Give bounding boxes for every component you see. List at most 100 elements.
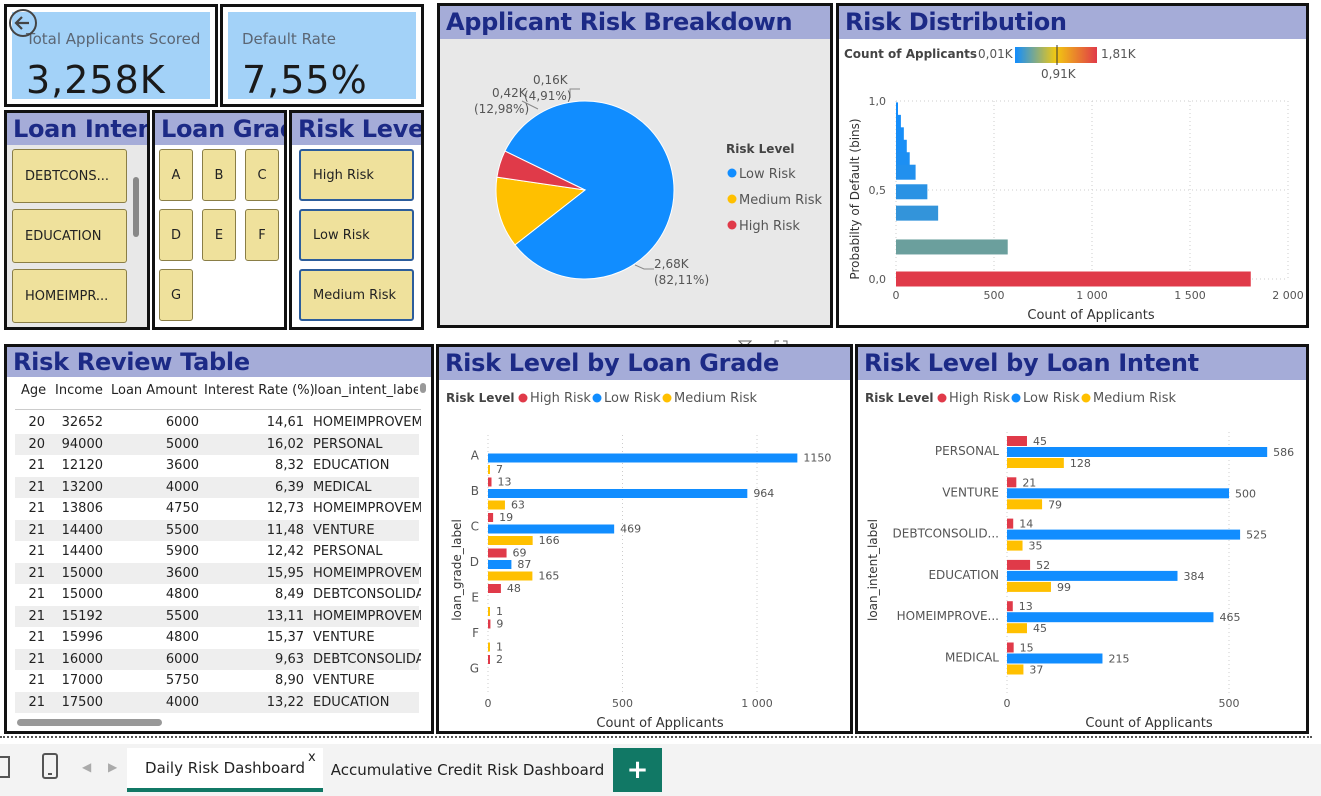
table-cell: VENTURE xyxy=(313,673,375,688)
pie-label-medium-value: 0,42K xyxy=(492,86,528,100)
table-cell: 12,73 xyxy=(266,501,304,516)
data-label: 166 xyxy=(539,534,560,547)
table-cell: 21 xyxy=(28,587,45,602)
data-label: 79 xyxy=(1048,498,1062,511)
distribution-ytick: 1,0 xyxy=(869,95,887,108)
table-cell: 6000 xyxy=(165,651,199,667)
intent-chart-svg: Risk Level High Risk Low Risk Medium Ris… xyxy=(865,391,1294,731)
bar-high-risk xyxy=(488,548,507,558)
loan-grade-slicer: Loan Grade A B C D E F G xyxy=(152,110,287,330)
table-cell: 32652 xyxy=(61,415,103,430)
tab-scroll-right-icon[interactable]: ▶ xyxy=(108,760,117,774)
data-label: 19 xyxy=(499,511,513,524)
pie-label-low-value: 2,68K xyxy=(654,257,690,271)
table-cell: 16,02 xyxy=(266,436,304,452)
pie-chart-svg: 2,68K (82,11%) 0,42K (12,98%) 0,16K (4,9… xyxy=(474,73,823,287)
risk-high-button[interactable]: High Risk xyxy=(299,149,414,201)
grade-c-button[interactable]: C xyxy=(245,149,279,201)
gradient-min: 0,01K xyxy=(978,47,1014,61)
table-row[interactable]: 20 94000 5000 16,02 PERSONAL xyxy=(15,433,419,455)
table-row[interactable]: 21 15192 5500 13,11 HOMEIMPROVEM xyxy=(15,605,421,627)
intent-legend-low: Low Risk xyxy=(1023,391,1080,406)
distribution-chart-svg: Count of Applicants 0,01K 1,81K 0,91K Pr… xyxy=(844,45,1304,323)
table-row[interactable]: 21 15000 3600 15,95 HOMEIMPROVEM xyxy=(15,562,421,584)
table-row[interactable]: 21 15000 4800 8,49 DEBTCONSOLIDAT xyxy=(15,584,421,606)
grade-chart-svg: Risk Level High Risk Low Risk Medium Ris… xyxy=(446,391,831,731)
tab-close-icon[interactable]: x xyxy=(308,750,316,765)
tab-daily-risk-dashboard[interactable]: Daily Risk Dashboard xyxy=(127,748,323,792)
bar-low-risk xyxy=(488,524,615,534)
table-header-divider xyxy=(15,409,421,410)
bar-high-risk xyxy=(1007,518,1014,529)
table-horizontal-scrollbar[interactable] xyxy=(17,719,162,726)
back-arrow-icon[interactable] xyxy=(8,8,38,38)
bar-medium-risk xyxy=(1007,499,1043,510)
data-label: 964 xyxy=(753,487,774,500)
x-tick-label: 0 xyxy=(1004,697,1011,710)
category-label: C xyxy=(471,520,479,534)
data-label: 128 xyxy=(1070,457,1091,470)
header-age[interactable]: Age xyxy=(21,383,46,398)
table-row[interactable]: 21 13200 4000 6,39 MEDICAL xyxy=(15,476,419,498)
bar-high-risk xyxy=(488,513,494,522)
grade-g-button[interactable]: G xyxy=(159,269,193,321)
pie-legend-medium: Medium Risk xyxy=(739,193,823,208)
bar-low-risk xyxy=(1007,447,1268,457)
intent-legend-title: Risk Level xyxy=(865,391,934,405)
data-label: 525 xyxy=(1246,529,1267,542)
data-label: 13 xyxy=(1019,600,1033,613)
pie-legend-title: Risk Level xyxy=(726,142,795,156)
data-label: 99 xyxy=(1057,581,1071,594)
grade-d-button[interactable]: D xyxy=(159,209,193,261)
loan-intent-slicer: Loan Intent DEBTCONS... EDUCATION HOMEIM… xyxy=(4,110,150,330)
table-row[interactable]: 21 12120 3600 8,32 EDUCATION xyxy=(15,455,419,477)
slicer-scrollbar[interactable] xyxy=(133,177,139,237)
table-cell: 13806 xyxy=(61,501,103,516)
grade-ylabel: loan_grade_label xyxy=(450,519,464,621)
table-row[interactable]: 21 14400 5500 11,48 VENTURE xyxy=(15,519,419,541)
table-row[interactable]: 21 15996 4800 15,37 VENTURE xyxy=(15,627,419,649)
kpi-default-label: Default Rate xyxy=(242,30,336,48)
header-income[interactable]: Income xyxy=(55,383,103,398)
grade-b-button[interactable]: B xyxy=(202,149,236,201)
table-cell: HOMEIMPROVEM xyxy=(313,415,421,430)
data-label: 1 xyxy=(496,641,503,654)
slicer-item-homeimpr[interactable]: HOMEIMPR... xyxy=(12,269,127,323)
grade-legend-low: Low Risk xyxy=(604,391,661,406)
pie-label-high-value: 0,16K xyxy=(533,73,569,87)
tab-scroll-left-icon[interactable]: ◀ xyxy=(82,760,91,774)
risk-medium-button[interactable]: Medium Risk xyxy=(299,269,414,321)
table-row[interactable]: 20 32652 6000 14,61 HOMEIMPROVEM xyxy=(15,412,421,434)
table-body: 20 32652 6000 14,61 HOMEIMPROVEM 20 94000 5000 1… xyxy=(15,412,421,719)
bar-medium-risk xyxy=(1007,581,1051,592)
tab-accumulative-dashboard[interactable]: Accumulative Credit Risk Dashboard xyxy=(330,748,605,792)
slicer-item-education[interactable]: EDUCATION xyxy=(12,209,127,263)
bar-low-risk xyxy=(488,453,798,463)
table-cell: 21 xyxy=(28,608,45,624)
add-page-button[interactable]: + xyxy=(613,748,662,792)
table-row[interactable]: 21 17500 4000 13,22 EDUCATION xyxy=(15,691,419,713)
risk-low-button[interactable]: Low Risk xyxy=(299,209,414,261)
grade-e-button[interactable]: E xyxy=(202,209,236,261)
grade-a-button[interactable]: A xyxy=(159,149,193,201)
table-cell: 12,42 xyxy=(266,544,304,559)
header-loan-amount[interactable]: Loan Amount xyxy=(111,383,197,398)
header-interest-rate[interactable]: Interest Rate (%) xyxy=(204,383,315,398)
table-row[interactable]: 21 14400 5900 12,42 PERSONAL xyxy=(15,541,419,563)
data-label: 87 xyxy=(517,558,531,571)
table-vertical-scrollbar[interactable] xyxy=(420,383,426,393)
table-row[interactable]: 21 17000 5750 8,90 VENTURE xyxy=(15,670,419,692)
slicer-item-debtcons[interactable]: DEBTCONS... xyxy=(12,149,127,203)
intent-xlabel: Count of Applicants xyxy=(1085,716,1212,731)
table-cell: 14,61 xyxy=(266,415,304,430)
table-cell: 17500 xyxy=(61,694,103,710)
mobile-layout-icon[interactable] xyxy=(42,753,58,779)
grade-f-button[interactable]: F xyxy=(245,209,279,261)
table-row[interactable]: 21 16000 6000 9,63 DEBTCONSOLIDAT xyxy=(15,648,421,670)
table-cell: 4000 xyxy=(165,694,199,710)
table-row[interactable]: 21 13806 4750 12,73 HOMEIMPROVEM xyxy=(15,498,421,520)
fit-page-icon[interactable] xyxy=(0,756,10,778)
x-tick-label: 500 xyxy=(612,697,633,710)
bar-high-risk xyxy=(1007,477,1017,488)
header-loan-intent[interactable]: loan_intent_label xyxy=(314,383,418,398)
